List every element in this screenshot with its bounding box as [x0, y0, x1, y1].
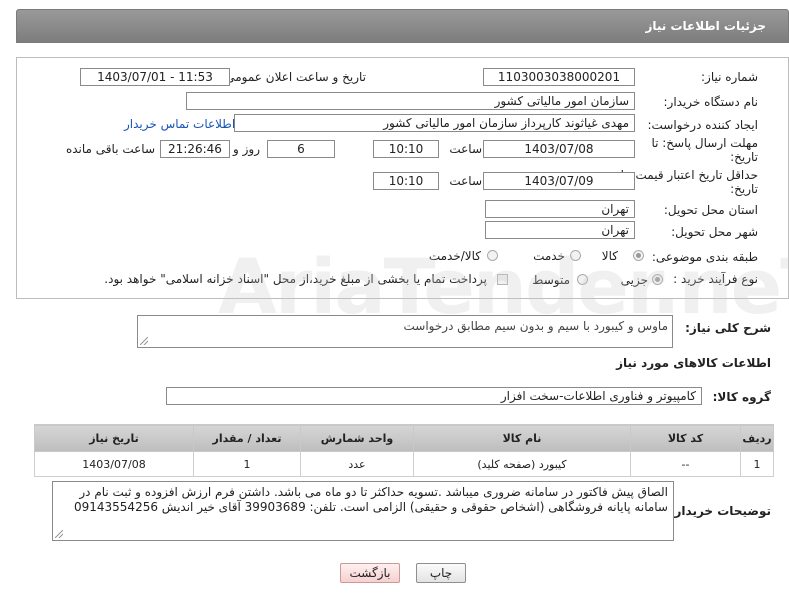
- print-button[interactable]: چاپ: [416, 563, 466, 583]
- back-button[interactable]: بازگشت: [340, 563, 400, 583]
- column-header: نام کالا: [413, 424, 631, 452]
- column-header: واحد شمارش: [300, 424, 414, 452]
- process-minor-label: جزیی: [620, 273, 648, 287]
- province-field[interactable]: تهران: [485, 200, 635, 218]
- column-header: تاریخ نیاز: [34, 424, 194, 452]
- process-minor-radio[interactable]: [652, 274, 663, 285]
- description-textarea[interactable]: ماوس و کیبورد با سیم و بدون سیم مطابق در…: [137, 315, 673, 348]
- validity-date-field[interactable]: 1403/07/09: [483, 172, 635, 190]
- table-row[interactable]: 1 -- کیبورد (صفحه کلید) عدد 1 1403/07/08: [34, 451, 774, 477]
- province-label: استان محل تحویل:: [663, 203, 758, 217]
- process-medium-label: متوسط: [532, 273, 570, 287]
- deadline-date-field[interactable]: 1403/07/08: [483, 140, 635, 158]
- category-goods-radio[interactable]: [633, 250, 644, 261]
- column-header: تعداد / مقدار: [193, 424, 301, 452]
- resize-grip-icon[interactable]: [140, 337, 148, 345]
- category-service-radio[interactable]: [570, 250, 581, 261]
- days-label: روز و: [233, 142, 260, 156]
- resize-grip-icon[interactable]: [55, 530, 63, 538]
- remaining-label: ساعت باقی مانده: [65, 142, 155, 156]
- column-header: ردیف: [740, 424, 774, 452]
- validity-time-field[interactable]: 10:10: [373, 172, 439, 190]
- goods-group-field[interactable]: کامپیوتر و فناوری اطلاعات-سخت افزار: [166, 387, 702, 405]
- description-text: ماوس و کیبورد با سیم و بدون سیم مطابق در…: [403, 319, 668, 333]
- buyer-notes-line-2: سامانه پایانه فروشگاهی (اشخاص حقوقی و حق…: [73, 500, 668, 514]
- deadline-label-1: مهلت ارسال پاسخ: تا: [651, 136, 758, 150]
- column-header: کد کالا: [630, 424, 741, 452]
- page-header: جزئیات اطلاعات نیاز: [16, 9, 789, 43]
- days-remaining-field[interactable]: 6: [267, 140, 335, 158]
- table-cell: 1: [193, 451, 301, 477]
- requester-field[interactable]: مهدی غیاثوند کارپرداز سازمان امور مالیات…: [234, 114, 635, 132]
- page-title: جزئیات اطلاعات نیاز: [645, 19, 766, 33]
- buyer-notes-line-1: الصاق پیش فاکتور در سامانه ضروری میباشد …: [79, 485, 668, 499]
- need-number-field[interactable]: 1103003038000201: [483, 68, 635, 86]
- announce-datetime-field[interactable]: 1403/07/01 - 11:53: [80, 68, 230, 86]
- goods-group-label: گروه کالا:: [712, 390, 771, 404]
- requester-label: ایجاد کننده درخواست:: [647, 118, 758, 132]
- table-cell: 1403/07/08: [34, 451, 194, 477]
- validity-time-label: ساعت: [449, 174, 482, 188]
- deadline-time-field[interactable]: 10:10: [373, 140, 439, 158]
- announce-label: تاریخ و ساعت اعلان عمومی:: [221, 70, 366, 84]
- treasury-payment-checkbox[interactable]: [497, 274, 508, 285]
- need-number-label: شماره نیاز:: [701, 70, 758, 84]
- buyer-contact-link[interactable]: اطلاعات تماس خریدار: [124, 117, 235, 131]
- city-label: شهر محل تحویل:: [671, 225, 758, 239]
- buyer-notes-textarea[interactable]: الصاق پیش فاکتور در سامانه ضروری میباشد …: [52, 481, 674, 541]
- category-service-label: خدمت: [533, 249, 565, 263]
- description-label: شرح کلی نیاز:: [685, 321, 771, 335]
- goods-table-header: ردیف کد کالا نام کالا واحد شمارش تعداد /…: [34, 424, 774, 452]
- city-field[interactable]: تهران: [485, 221, 635, 239]
- table-cell: کیبورد (صفحه کلید): [413, 451, 631, 477]
- validity-label-2: تاریخ:: [730, 182, 758, 196]
- deadline-time-label: ساعت: [449, 142, 482, 156]
- table-cell: عدد: [300, 451, 414, 477]
- category-goods-label: کالا: [601, 249, 618, 263]
- buyer-org-field[interactable]: سازمان امور مالیاتی کشور: [186, 92, 635, 110]
- category-both-label: کالا/خدمت: [428, 249, 481, 263]
- process-medium-radio[interactable]: [577, 274, 588, 285]
- category-both-radio[interactable]: [487, 250, 498, 261]
- deadline-label-2: تاریخ:: [730, 150, 758, 164]
- buyer-org-label: نام دستگاه خریدار:: [663, 95, 759, 109]
- goods-table: ردیف کد کالا نام کالا واحد شمارش تعداد /…: [34, 424, 774, 477]
- table-cell: 1: [740, 451, 774, 477]
- treasury-payment-note: پرداخت تمام یا بخشی از مبلغ خرید،از محل …: [104, 272, 487, 286]
- goods-section-title: اطلاعات کالاهای مورد نیاز: [616, 356, 771, 370]
- process-label: نوع فرآیند خرید :: [673, 272, 758, 286]
- remaining-time-field[interactable]: 21:26:46: [160, 140, 230, 158]
- validity-label-1: حداقل تاریخ اعتبار قیمت: تا: [620, 168, 758, 182]
- table-cell: --: [630, 451, 741, 477]
- buyer-notes-label: توضیحات خریدار:: [669, 504, 771, 518]
- category-label: طبقه بندی موضوعی:: [651, 250, 758, 264]
